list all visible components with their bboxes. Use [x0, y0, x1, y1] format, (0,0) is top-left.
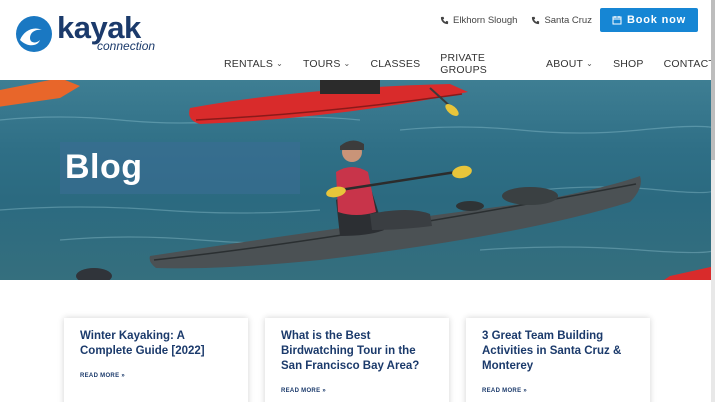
- phone-icon: [440, 16, 449, 25]
- nav-label: CONTACT: [663, 58, 715, 70]
- nav-label: PRIVATE GROUPS: [440, 52, 487, 76]
- nav-label: CLASSES: [370, 58, 421, 70]
- book-now-label: Book now: [627, 14, 686, 26]
- nav-contact[interactable]: CONTACT: [664, 52, 715, 76]
- wave-logo-icon: [16, 16, 52, 52]
- phone-link-label: Elkhorn Slough: [453, 15, 518, 26]
- chevron-down-icon: ⌄: [586, 58, 594, 68]
- phone-icon: [532, 16, 540, 25]
- phone-link-label: Santa Cruz: [544, 15, 592, 26]
- read-more-link[interactable]: READ MORE »: [482, 388, 634, 394]
- site-logo[interactable]: kayak connection: [16, 12, 156, 53]
- book-now-button[interactable]: Book now: [600, 8, 698, 32]
- nav-rentals[interactable]: RENTALS ⌄: [224, 52, 283, 76]
- main-nav: RENTALS ⌄ TOURS ⌄ CLASSES PRIVATE GROUPS A…: [224, 52, 715, 76]
- read-more-link[interactable]: READ MORE »: [281, 388, 433, 394]
- nav-label: SHOP: [613, 58, 644, 70]
- nav-label: RENTALS: [224, 58, 274, 70]
- nav-private-groups[interactable]: PRIVATE GROUPS: [440, 52, 526, 76]
- nav-label: TOURS: [302, 58, 341, 70]
- post-title[interactable]: Winter Kayaking: A Complete Guide [2022]: [80, 329, 232, 359]
- blog-post-list: Winter Kayaking: A Complete Guide [2022]…: [64, 318, 650, 402]
- nav-shop[interactable]: SHOP: [613, 52, 644, 76]
- hero-banner: Blog: [0, 80, 715, 280]
- phone-link-santa-cruz[interactable]: Santa Cruz: [531, 15, 592, 26]
- site-header: kayak connection Elkhorn Slough Santa Cr…: [0, 0, 715, 80]
- page-scrollbar[interactable]: [711, 0, 715, 402]
- page-title: Blog: [65, 148, 143, 186]
- post-title[interactable]: What is the Best Birdwatching Tour in th…: [281, 329, 433, 374]
- post-title[interactable]: 3 Great Team Building Activities in Sant…: [482, 329, 634, 374]
- blog-post-card[interactable]: What is the Best Birdwatching Tour in th…: [265, 318, 449, 402]
- phone-link-elkhorn[interactable]: Elkhorn Slough: [440, 15, 517, 26]
- top-contact-links: Elkhorn Slough Santa Cruz: [440, 15, 592, 26]
- chevron-down-icon: ⌄: [343, 58, 351, 68]
- nav-classes[interactable]: CLASSES: [370, 52, 420, 76]
- nav-about[interactable]: ABOUT ⌄: [546, 52, 593, 76]
- calendar-icon: [612, 16, 622, 25]
- nav-label: ABOUT: [545, 58, 584, 70]
- chevron-down-icon: ⌄: [276, 58, 283, 68]
- blog-post-card[interactable]: Winter Kayaking: A Complete Guide [2022]…: [64, 318, 248, 402]
- read-more-link[interactable]: READ MORE »: [80, 373, 232, 379]
- nav-tours[interactable]: TOURS ⌄: [303, 52, 350, 76]
- scrollbar-thumb[interactable]: [711, 0, 715, 160]
- logo-subtitle: connection: [97, 39, 156, 53]
- blog-post-card[interactable]: 3 Great Team Building Activities in Sant…: [466, 318, 650, 402]
